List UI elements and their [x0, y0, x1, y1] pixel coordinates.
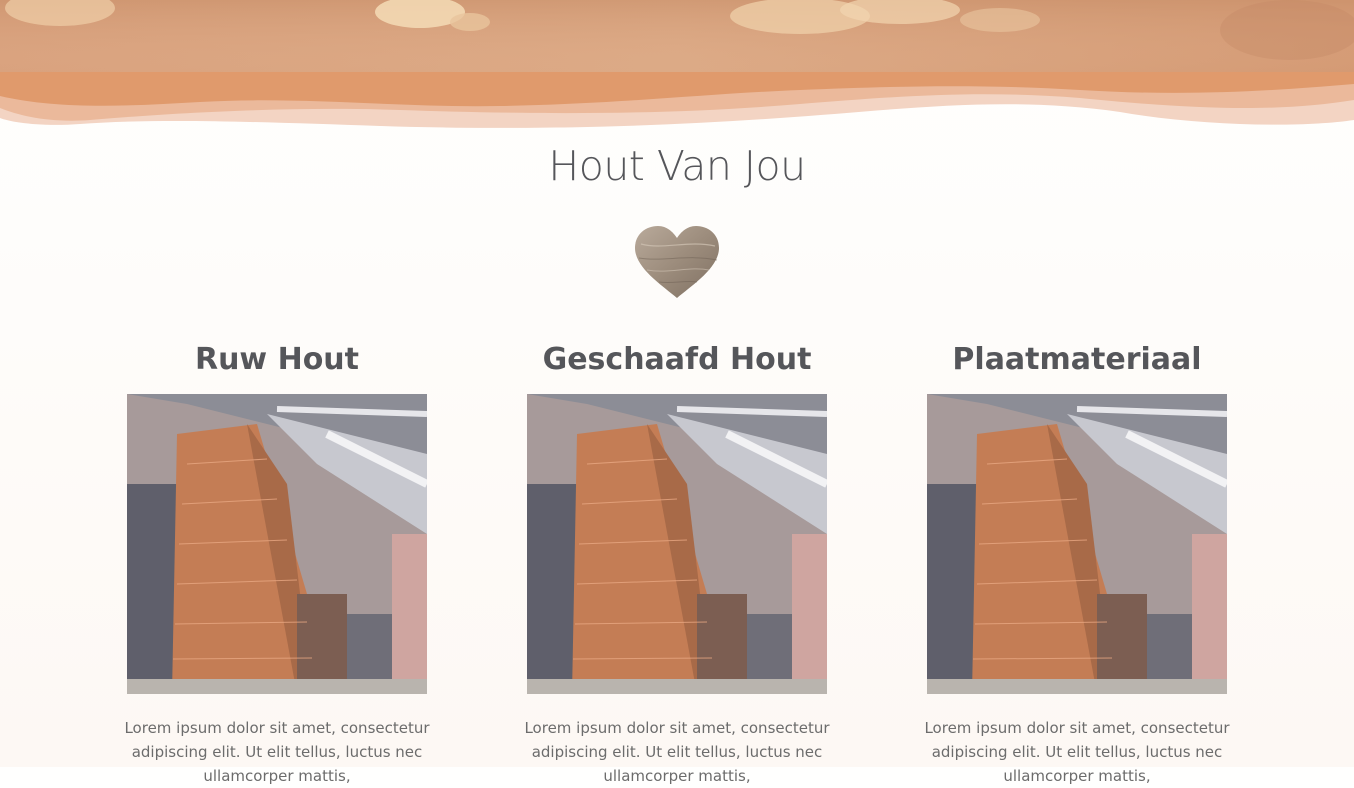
- category-geschaafd-hout: Geschaafd Hout Lorem ipsum dolor sit ame…: [477, 338, 877, 788]
- category-title: Ruw Hout: [194, 342, 360, 377]
- category-plaatmateriaal: Plaatmateriaal Lorem ipsum dolor sit ame…: [877, 338, 1277, 788]
- category-description: Lorem ipsum dolor sit amet, consectetur …: [124, 719, 430, 785]
- category-title: Geschaafd Hout: [542, 342, 812, 377]
- lumber-warehouse-photo: [127, 394, 427, 694]
- page-title: Hout Van Jou: [548, 142, 806, 190]
- sawdust-banner-image: [0, 0, 1354, 128]
- lumber-warehouse-photo: [527, 394, 827, 694]
- hero-banner: [0, 0, 1354, 140]
- category-description: Lorem ipsum dolor sit amet, consectetur …: [924, 719, 1230, 785]
- lumber-warehouse-photo: [927, 394, 1227, 694]
- category-description: Lorem ipsum dolor sit amet, consectetur …: [524, 719, 830, 785]
- category-title: Plaatmateriaal: [952, 342, 1202, 377]
- category-ruw-hout: Ruw Hout Lorem ipsum dolor sit amet, con…: [77, 338, 477, 788]
- wooden-heart-icon: [633, 224, 721, 300]
